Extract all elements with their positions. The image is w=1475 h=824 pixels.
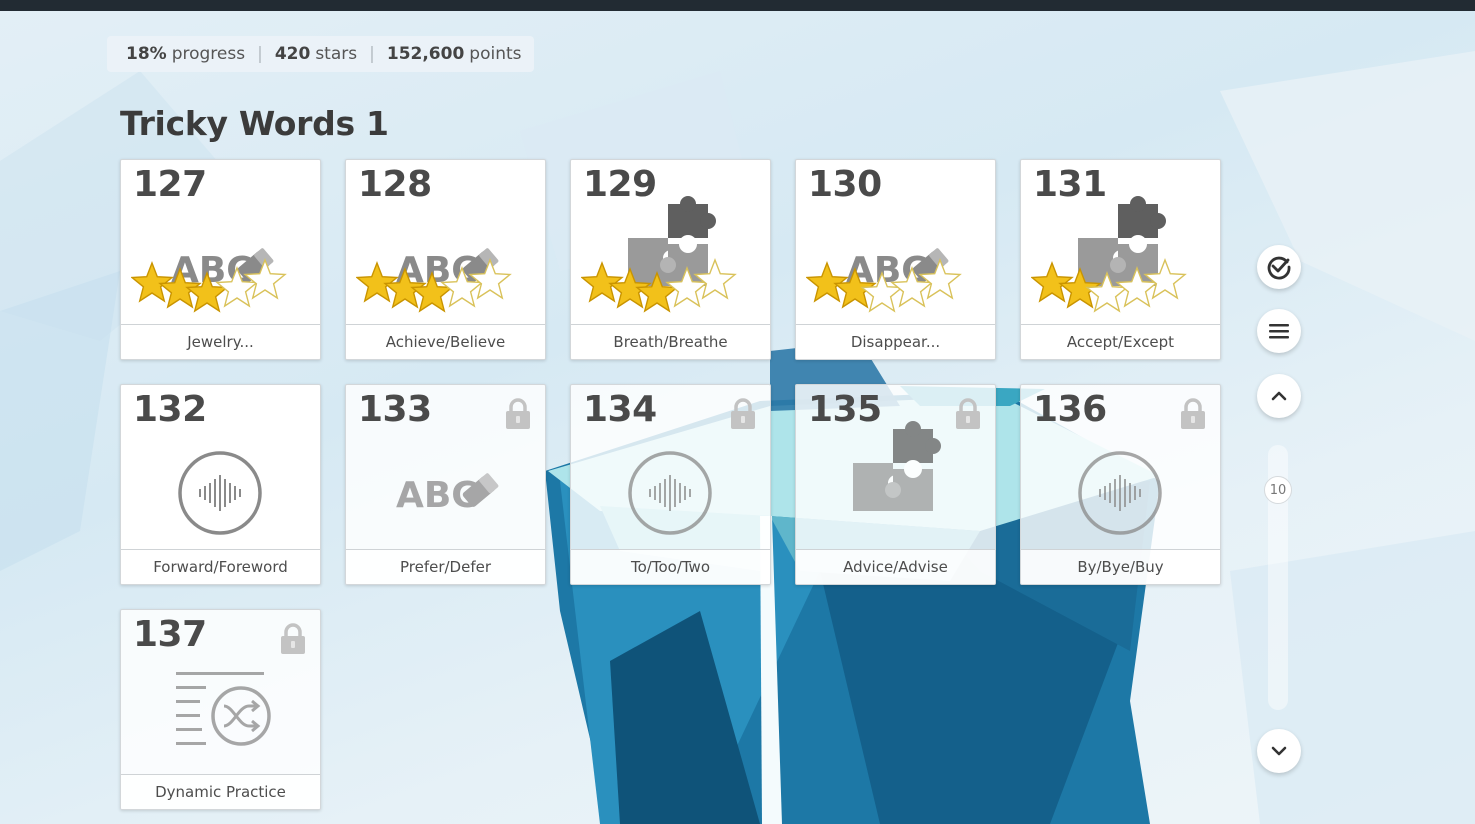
lesson-number: 132 xyxy=(133,389,207,430)
star-rating xyxy=(1031,258,1187,313)
star-rating xyxy=(356,258,512,313)
star-rating xyxy=(806,258,962,313)
lesson-label: Achieve/Believe xyxy=(346,324,545,359)
lesson-number: 130 xyxy=(808,164,882,205)
progress-stats-bar: 18% progress | 420 stars | 152,600 point… xyxy=(107,36,534,72)
lesson-tile-135[interactable]: 135 Advice/Advise xyxy=(795,384,996,585)
stats-separator: | xyxy=(369,44,375,64)
star-filled-icon xyxy=(356,261,399,303)
lesson-number: 129 xyxy=(583,164,657,205)
progress-value: 18% xyxy=(126,44,167,64)
lesson-number: 131 xyxy=(1033,164,1107,205)
audio-wave-icon xyxy=(1078,451,1162,535)
lesson-label: Disappear... xyxy=(796,324,995,359)
lesson-number: 128 xyxy=(358,164,432,205)
lesson-label: To/Too/Two xyxy=(571,549,770,584)
lesson-label: Breath/Breathe xyxy=(571,324,770,359)
star-filled-icon xyxy=(410,271,454,313)
lesson-tile-131[interactable]: 131 Accept/Except xyxy=(1020,159,1221,360)
chevron-up-icon xyxy=(1271,391,1287,401)
lesson-label: Forward/Foreword xyxy=(121,549,320,584)
star-empty-icon xyxy=(468,258,512,300)
star-empty-icon xyxy=(1143,258,1187,300)
stars-label: stars xyxy=(315,44,358,64)
lesson-tile-130[interactable]: 130 ABC Disappear... xyxy=(795,159,996,360)
points-value: 152,600 xyxy=(386,44,465,64)
progress-label: progress xyxy=(171,44,246,64)
chevron-down-icon xyxy=(1271,746,1287,756)
lock-icon xyxy=(956,398,980,429)
lock-icon xyxy=(281,623,305,654)
lesson-number: 127 xyxy=(133,164,207,205)
abc-eraser-icon: ABC xyxy=(396,473,499,516)
star-rating xyxy=(581,258,737,313)
audio-wave-icon xyxy=(178,451,262,535)
lesson-tile-133[interactable]: 133 ABC Prefer/Defer xyxy=(345,384,546,585)
lesson-label: Prefer/Defer xyxy=(346,549,545,584)
puzzle-icon xyxy=(853,421,941,511)
menu-button[interactable] xyxy=(1257,309,1301,353)
section-title: Tricky Words 1 xyxy=(120,104,389,143)
scroll-up-button[interactable] xyxy=(1257,374,1301,418)
star-empty-icon xyxy=(693,258,737,300)
lesson-label: Accept/Except xyxy=(1021,324,1220,359)
stars-value: 420 xyxy=(274,44,311,64)
check-circle-icon xyxy=(1267,256,1291,280)
lesson-tile-134[interactable]: 134 To/Too/Two xyxy=(570,384,771,585)
lesson-number: 133 xyxy=(358,389,432,430)
top-bar xyxy=(0,0,1475,11)
level-scroll-thumb[interactable]: 10 xyxy=(1264,476,1292,504)
lock-icon xyxy=(731,398,755,429)
lesson-tile-136[interactable]: 136 By/Bye/Buy xyxy=(1020,384,1221,585)
star-filled-icon xyxy=(185,271,229,313)
lesson-label: Jewelry... xyxy=(121,324,320,359)
lesson-tile-132[interactable]: 132 Forward/Foreword xyxy=(120,384,321,585)
audio-wave-icon xyxy=(628,451,712,535)
star-empty-icon xyxy=(1085,271,1129,313)
star-rating xyxy=(131,258,287,313)
star-filled-icon xyxy=(131,261,174,303)
lesson-label: Dynamic Practice xyxy=(121,774,320,809)
lesson-number: 134 xyxy=(583,389,657,430)
lock-icon xyxy=(506,398,530,429)
lesson-tile-127[interactable]: 127 ABC Jewelry... xyxy=(120,159,321,360)
points-label: points xyxy=(469,44,522,64)
lesson-number: 137 xyxy=(133,614,207,655)
lesson-number: 136 xyxy=(1033,389,1107,430)
lesson-number: 135 xyxy=(808,389,882,430)
lesson-label: By/Bye/Buy xyxy=(1021,549,1220,584)
shuffle-list-icon xyxy=(176,672,271,746)
stats-separator: | xyxy=(257,44,263,64)
lesson-tile-129[interactable]: 129 Breath/Breathe xyxy=(570,159,771,360)
star-filled-icon xyxy=(806,261,849,303)
lesson-tile-128[interactable]: 128 ABC Achieve/Believe xyxy=(345,159,546,360)
lock-icon xyxy=(1181,398,1205,429)
lesson-tile-137[interactable]: 137 Dynamic Practice xyxy=(120,609,321,810)
star-filled-icon xyxy=(581,261,624,303)
hamburger-icon xyxy=(1269,324,1289,339)
scroll-down-button[interactable] xyxy=(1257,729,1301,773)
lesson-label: Advice/Advise xyxy=(796,549,995,584)
checkmark-button[interactable] xyxy=(1257,245,1301,289)
star-empty-icon xyxy=(860,271,904,313)
star-filled-icon xyxy=(1031,261,1074,303)
star-filled-icon xyxy=(635,271,679,313)
star-empty-icon xyxy=(918,258,962,300)
star-empty-icon xyxy=(243,258,287,300)
